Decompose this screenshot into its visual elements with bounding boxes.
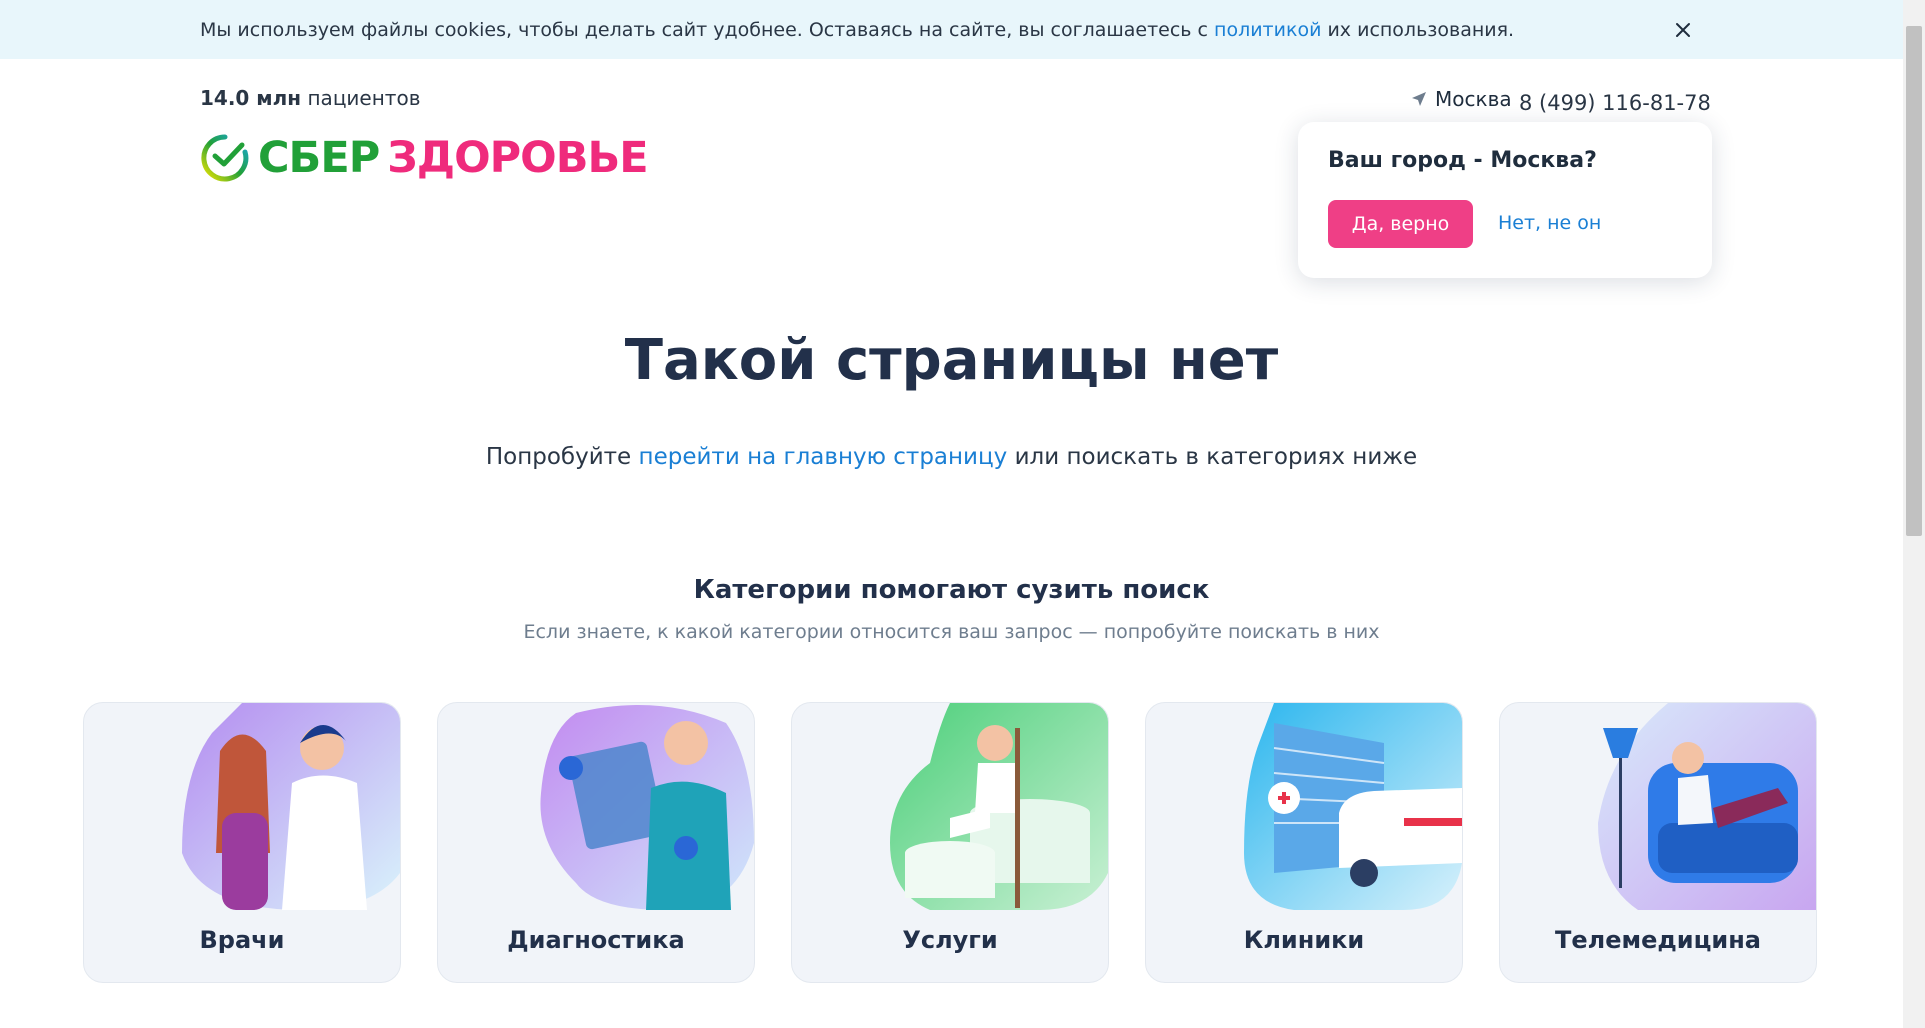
category-card-services[interactable]: Услуги [791, 702, 1109, 983]
doctors-illustration-icon [182, 703, 400, 910]
telemedicine-illustration-icon [1598, 703, 1816, 910]
diagnostics-illustration-icon [540, 705, 754, 910]
category-label: Клиники [1243, 926, 1365, 954]
clinics-illustration-icon [1244, 703, 1462, 910]
patients-counter: 14.0 млн пациентов [200, 86, 421, 110]
logo-health-text: ЗДОРОВЬЕ [387, 133, 648, 183]
city-selector[interactable]: Москва [1411, 87, 1512, 111]
page-subtitle: Попробуйте перейти на главную страницу и… [485, 444, 1418, 470]
close-icon[interactable] [1670, 17, 1696, 43]
page-title: Такой страницы нет [624, 328, 1279, 393]
logo[interactable]: СБЕР ЗДОРОВЬЕ [200, 133, 649, 183]
category-card-doctors[interactable]: Врачи [83, 702, 401, 983]
home-link[interactable]: перейти на главную страницу [639, 444, 1008, 470]
categories-subtitle: Если знаете, к какой категории относится… [523, 621, 1380, 643]
location-arrow-icon [1412, 92, 1426, 106]
category-card-telemedicine[interactable]: Телемедицина [1499, 702, 1817, 983]
services-illustration-icon [890, 703, 1108, 910]
cookie-banner: Мы используем файлы cookies, чтобы делат… [0, 0, 1903, 59]
scrollbar[interactable] [1903, 0, 1925, 1028]
confirm-city-button[interactable]: Да, верно [1328, 200, 1473, 248]
category-label: Врачи [199, 926, 285, 954]
city-name: Москва [1435, 87, 1512, 111]
phone-number[interactable]: 8 (499) 116-81-78 [1519, 91, 1711, 115]
city-confirm-popup: Ваш город - Москва? Да, верно Нет, не он [1298, 122, 1712, 278]
category-label: Услуги [902, 926, 998, 954]
city-question: Ваш город - Москва? [1328, 148, 1597, 173]
category-card-diagnostics[interactable]: Диагностика [437, 702, 755, 983]
category-label: Телемедицина [1555, 926, 1761, 954]
logo-sber-text: СБЕР [258, 133, 380, 183]
sber-logo-icon [201, 134, 249, 182]
category-card-clinics[interactable]: Клиники [1145, 702, 1463, 983]
cookie-text: Мы используем файлы cookies, чтобы делат… [200, 19, 1515, 41]
category-label: Диагностика [507, 926, 685, 954]
categories-title: Категории помогают сузить поиск [693, 575, 1210, 605]
change-city-button[interactable]: Нет, не он [1498, 212, 1601, 234]
scrollbar-thumb[interactable] [1906, 26, 1922, 536]
cookie-policy-link[interactable]: политикой [1214, 19, 1321, 41]
